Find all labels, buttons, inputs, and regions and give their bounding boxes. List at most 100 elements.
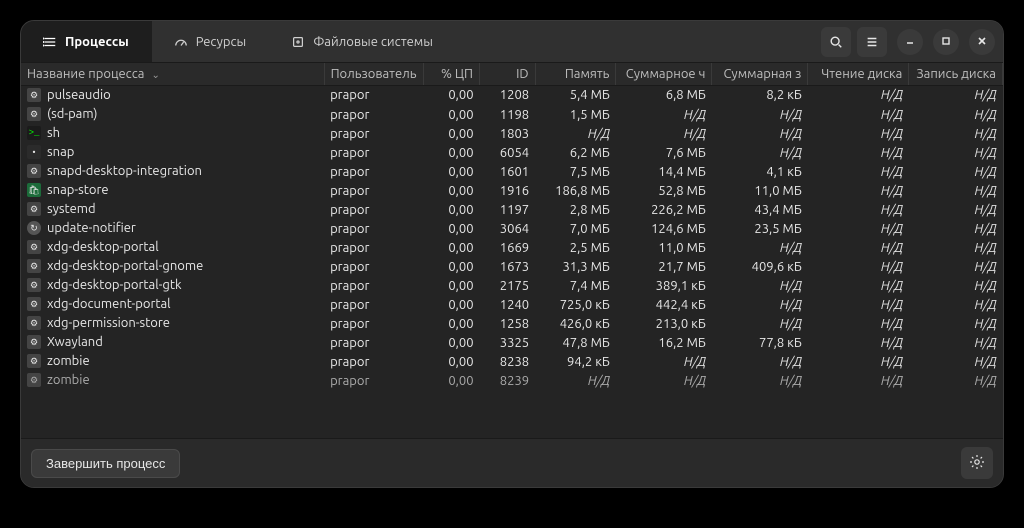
end-process-button[interactable]: Завершить процесс <box>31 449 180 478</box>
process-name: xdg-document-portal <box>47 297 171 311</box>
process-table-container: Название процесса ⌄ Пользователь % ЦП ID… <box>21 63 1003 438</box>
search-icon <box>829 35 843 49</box>
table-row[interactable]: ⚙ xdg-permission-store prapor 0,00 1258 … <box>21 314 1003 333</box>
cell-mem: 7,5 МБ <box>535 162 616 181</box>
process-icon: • <box>27 145 41 159</box>
col-label: Суммарная з <box>723 67 801 81</box>
cell-disk-write: Н/Д <box>909 86 1003 106</box>
cell-total-write: 23,5 МБ <box>712 219 808 238</box>
search-button[interactable] <box>821 27 851 57</box>
cell-total-read: 442,4 кБ <box>616 295 712 314</box>
process-name: snap-store <box>47 183 109 197</box>
col-label: ID <box>516 67 529 81</box>
view-tabs: Процессы Ресурсы Файловые системы <box>21 21 813 62</box>
process-name: update-notifier <box>47 221 136 235</box>
list-icon <box>43 35 57 49</box>
table-row[interactable]: ⚙ zombie prapor 0,00 8239 Н/Д Н/Д Н/Д Н/… <box>21 371 1003 390</box>
cell-id: 3325 <box>480 333 536 352</box>
cell-name: ⚙ xdg-desktop-portal-gnome <box>21 257 324 276</box>
table-row[interactable]: ⚙ (sd-pam) prapor 0,00 1198 1,5 МБ Н/Д Н… <box>21 105 1003 124</box>
process-name: snapd-desktop-integration <box>47 164 202 178</box>
col-id[interactable]: ID <box>480 63 536 86</box>
table-row[interactable]: ⚙ xdg-desktop-portal-gnome prapor 0,00 1… <box>21 257 1003 276</box>
cell-id: 1916 <box>480 181 536 200</box>
table-row[interactable]: >_ sh prapor 0,00 1803 Н/Д Н/Д Н/Д Н/Д Н… <box>21 124 1003 143</box>
table-row[interactable]: ⚙ pulseaudio prapor 0,00 1208 5,4 МБ 6,8… <box>21 86 1003 106</box>
tab-resources[interactable]: Ресурсы <box>152 21 269 62</box>
cell-disk-read: Н/Д <box>808 200 909 219</box>
cell-disk-write: Н/Д <box>909 257 1003 276</box>
table-row[interactable]: ⚙ snapd-desktop-integration prapor 0,00 … <box>21 162 1003 181</box>
tab-processes[interactable]: Процессы <box>21 21 152 62</box>
col-total-write[interactable]: Суммарная з <box>712 63 808 86</box>
minimize-button[interactable] <box>897 29 923 55</box>
process-icon: ⚙ <box>27 316 41 330</box>
cell-total-write: Н/Д <box>712 105 808 124</box>
col-name[interactable]: Название процесса ⌄ <box>21 63 324 86</box>
table-row[interactable]: ⚙ xdg-desktop-portal prapor 0,00 1669 2,… <box>21 238 1003 257</box>
process-icon: ⚙ <box>27 164 41 178</box>
table-row[interactable]: ↻ update-notifier prapor 0,00 3064 7,0 М… <box>21 219 1003 238</box>
process-icon: ⚙ <box>27 202 41 216</box>
maximize-icon <box>941 35 951 49</box>
col-disk-read[interactable]: Чтение диска <box>808 63 909 86</box>
col-mem[interactable]: Память <box>535 63 616 86</box>
cell-id: 6054 <box>480 143 536 162</box>
process-icon: >_ <box>27 126 41 140</box>
col-cpu[interactable]: % ЦП <box>424 63 480 86</box>
cell-mem: 94,2 кБ <box>535 352 616 371</box>
maximize-button[interactable] <box>933 29 959 55</box>
gear-icon <box>969 454 985 473</box>
cell-mem: 6,2 МБ <box>535 143 616 162</box>
col-total-read[interactable]: Суммарное ч <box>616 63 712 86</box>
cell-cpu: 0,00 <box>424 219 480 238</box>
cell-total-read: Н/Д <box>616 371 712 390</box>
cell-disk-write: Н/Д <box>909 105 1003 124</box>
cell-cpu: 0,00 <box>424 352 480 371</box>
process-table: Название процесса ⌄ Пользователь % ЦП ID… <box>21 63 1003 391</box>
cell-name: 🛍 snap-store <box>21 181 324 200</box>
cell-user: prapor <box>324 295 424 314</box>
cell-disk-read: Н/Д <box>808 143 909 162</box>
cell-name: • snap <box>21 143 324 162</box>
cell-name: ⚙ pulseaudio <box>21 86 324 105</box>
disk-icon <box>291 35 305 49</box>
table-row[interactable]: 🛍 snap-store prapor 0,00 1916 186,8 МБ 5… <box>21 181 1003 200</box>
cell-disk-write: Н/Д <box>909 238 1003 257</box>
cell-id: 1208 <box>480 86 536 106</box>
table-row[interactable]: • snap prapor 0,00 6054 6,2 МБ 7,6 МБ Н/… <box>21 143 1003 162</box>
close-button[interactable] <box>969 29 995 55</box>
cell-total-read: 124,6 МБ <box>616 219 712 238</box>
cell-total-write: Н/Д <box>712 124 808 143</box>
speed-icon <box>174 35 188 49</box>
settings-button[interactable] <box>961 447 993 479</box>
cell-user: prapor <box>324 257 424 276</box>
cell-disk-write: Н/Д <box>909 333 1003 352</box>
cell-cpu: 0,00 <box>424 124 480 143</box>
col-disk-write[interactable]: Запись диска <box>909 63 1003 86</box>
process-icon: ⚙ <box>27 278 41 292</box>
cell-total-write: 8,2 кБ <box>712 86 808 106</box>
table-row[interactable]: ⚙ xdg-document-portal prapor 0,00 1240 7… <box>21 295 1003 314</box>
menu-button[interactable] <box>857 27 887 57</box>
cell-user: prapor <box>324 238 424 257</box>
col-label: % ЦП <box>441 67 473 81</box>
process-icon: ⚙ <box>27 373 41 387</box>
process-icon: ⚙ <box>27 240 41 254</box>
table-row[interactable]: ⚙ Xwayland prapor 0,00 3325 47,8 МБ 16,2… <box>21 333 1003 352</box>
table-row[interactable]: ⚙ xdg-desktop-portal-gtk prapor 0,00 217… <box>21 276 1003 295</box>
col-label: Пользователь <box>331 67 417 81</box>
process-name: xdg-desktop-portal-gtk <box>47 278 182 292</box>
cell-name: ⚙ xdg-desktop-portal-gtk <box>21 276 324 295</box>
cell-id: 1258 <box>480 314 536 333</box>
table-row[interactable]: ⚙ systemd prapor 0,00 1197 2,8 МБ 226,2 … <box>21 200 1003 219</box>
process-name: xdg-desktop-portal <box>47 240 159 254</box>
tab-label: Ресурсы <box>196 35 246 49</box>
process-name: (sd-pam) <box>47 107 98 121</box>
tab-filesystems[interactable]: Файловые системы <box>269 21 456 62</box>
table-row[interactable]: ⚙ zombie prapor 0,00 8238 94,2 кБ Н/Д Н/… <box>21 352 1003 371</box>
col-user[interactable]: Пользователь <box>324 63 424 86</box>
process-name: sh <box>47 126 60 140</box>
cell-name: >_ sh <box>21 124 324 143</box>
cell-cpu: 0,00 <box>424 162 480 181</box>
